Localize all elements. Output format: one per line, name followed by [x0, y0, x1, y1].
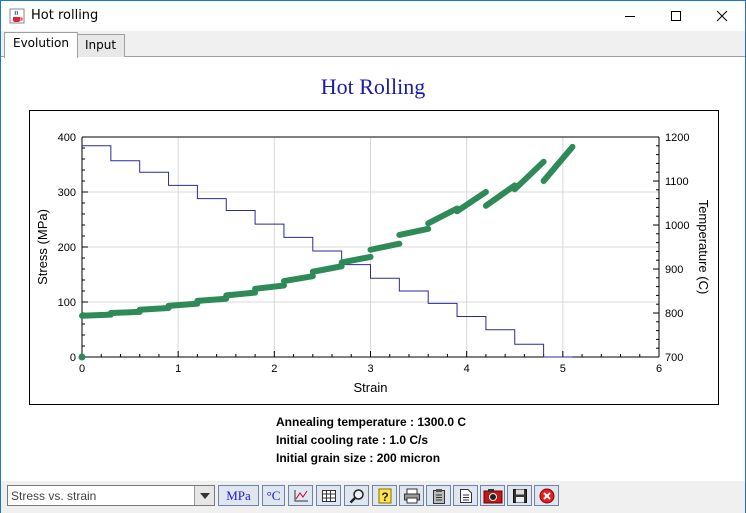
- tab-label: Evolution: [13, 36, 69, 50]
- grid-icon: [321, 489, 337, 503]
- tab-evolution[interactable]: Evolution: [4, 32, 78, 58]
- app-window: Hot rolling Evolution Input Hot Rolling …: [0, 0, 746, 513]
- axes-button[interactable]: [288, 485, 313, 506]
- y-axis-label: Stress (MPa): [35, 209, 50, 285]
- stress-pass: [107, 308, 143, 316]
- grid-button[interactable]: [316, 485, 341, 506]
- x-axis-label: Strain: [354, 380, 388, 395]
- close-icon: [716, 10, 728, 22]
- minimize-button[interactable]: [607, 1, 653, 31]
- stress-pass: [338, 253, 374, 266]
- camera-button[interactable]: [480, 485, 505, 506]
- chevron-down-icon[interactable]: [194, 486, 214, 505]
- y2-tick-label: 1000: [665, 220, 689, 232]
- floppy-icon: [512, 488, 528, 504]
- units-celsius-button-label: °C: [266, 487, 281, 503]
- document-icon: [459, 488, 473, 504]
- y2-tick-label: 1200: [665, 132, 689, 144]
- stress-pass: [79, 311, 114, 319]
- stress-pass: [482, 182, 518, 209]
- y2-tick-label: 1100: [665, 176, 689, 188]
- tab-strip: Evolution Input: [1, 31, 745, 58]
- java-cup-icon: [9, 8, 25, 24]
- stress-pass: [425, 205, 461, 227]
- stress-pass: [136, 305, 172, 313]
- stop-icon: [539, 488, 555, 504]
- axes-icon: [293, 489, 309, 503]
- window-title: Hot rolling: [31, 8, 99, 23]
- chart-title: Hot Rolling: [320, 74, 426, 99]
- stress-pass: [540, 143, 576, 184]
- grain-size-text: Initial grain size : 200 micron: [276, 451, 441, 465]
- plot-frame: 0 1 2 3 4 5 6 0 100 200 300 400 700 800 900 1000 1100 120…: [29, 110, 719, 405]
- units-celsius-button[interactable]: °C: [262, 485, 285, 506]
- stress-pass: [252, 282, 287, 292]
- cooling-rate-text: Initial cooling rate : 1.0 C/s: [276, 433, 429, 447]
- y-tick-label: 100: [58, 297, 76, 309]
- y-tick-label: 200: [58, 242, 76, 254]
- tab-input[interactable]: Input: [76, 34, 126, 57]
- print-button[interactable]: [399, 485, 424, 506]
- save-button[interactable]: [507, 485, 532, 506]
- minimize-icon: [625, 16, 635, 17]
- printer-icon: [403, 488, 421, 504]
- stress-start-point: [78, 353, 86, 361]
- question-icon: ?: [377, 488, 393, 504]
- y2-axis-label: Temperature (C): [696, 200, 711, 295]
- stress-pass: [165, 300, 201, 309]
- y2-tick-label: 700: [665, 352, 683, 364]
- y2-tick-label: 800: [665, 308, 683, 320]
- x-tick-label: 2: [271, 363, 277, 375]
- stress-pass: [280, 273, 316, 285]
- y-tick-label: 0: [70, 352, 76, 364]
- temperature-line: [82, 145, 573, 358]
- stress-pass: [194, 295, 230, 304]
- help-button[interactable]: ?: [372, 485, 397, 506]
- close-button[interactable]: [699, 1, 745, 31]
- y2-tick-label: 900: [665, 264, 683, 276]
- close-plot-button[interactable]: [534, 485, 559, 506]
- plot-type-value: Stress vs. strain: [11, 489, 97, 503]
- evolution-panel: Hot Rolling 0 1 2 3 4 5 6 0 100 200 300 400 700 800 90…: [1, 57, 745, 481]
- clipboard-button[interactable]: [426, 485, 451, 506]
- x-tick-label: 5: [560, 363, 566, 375]
- maximize-icon: [671, 11, 681, 21]
- stress-pass: [223, 289, 259, 299]
- zoom-button[interactable]: [344, 485, 369, 506]
- maximize-button[interactable]: [653, 1, 699, 31]
- stress-pass: [396, 225, 432, 238]
- stress-pass: [367, 240, 403, 253]
- x-tick-label: 3: [367, 363, 373, 375]
- units-mpa-button[interactable]: MPa: [218, 485, 259, 506]
- stress-strain-chart: 0 1 2 3 4 5 6 0 100 200 300 400 700 800 900 1000 1100 120…: [35, 132, 711, 395]
- title-bar: Hot rolling: [1, 1, 745, 31]
- stress-pass: [511, 158, 547, 193]
- magnifier-icon: [349, 488, 365, 504]
- bottom-toolbar: Stress vs. strain MPa °C?: [1, 481, 745, 513]
- document-button[interactable]: [453, 485, 478, 506]
- svg-text:?: ?: [381, 490, 388, 504]
- x-tick-label: 4: [464, 363, 470, 375]
- stress-pass: [454, 189, 489, 215]
- y-tick-label: 300: [58, 187, 76, 199]
- tab-label: Input: [85, 38, 117, 52]
- units-mpa-button-label: MPa: [226, 487, 251, 503]
- x-tick-label: 1: [175, 363, 181, 375]
- annealing-temperature-text: Annealing temperature : 1300.0 C: [276, 415, 467, 429]
- y-tick-label: 400: [58, 132, 76, 144]
- camera-icon: [483, 488, 503, 504]
- plot-type-select[interactable]: Stress vs. strain: [7, 485, 215, 506]
- x-tick-label: 0: [79, 363, 85, 375]
- clipboard-icon: [431, 488, 447, 504]
- x-tick-label: 6: [656, 363, 662, 375]
- stress-pass: [309, 263, 345, 275]
